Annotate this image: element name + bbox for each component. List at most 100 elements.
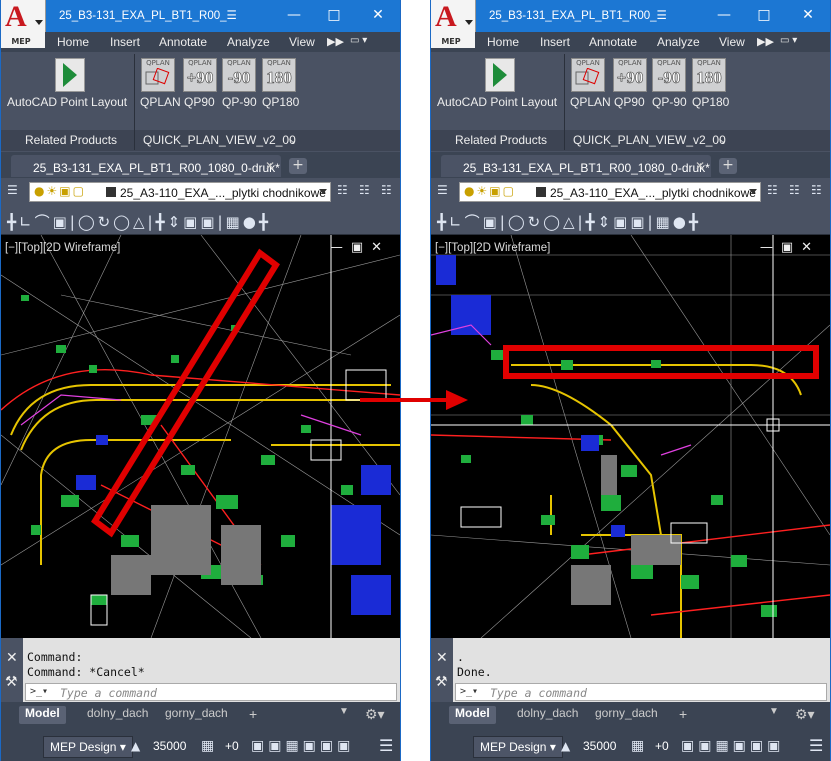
qp-90-icon[interactable]: QPLAN -90	[652, 58, 686, 92]
qplan-button-label[interactable]: QPLAN	[570, 95, 611, 109]
tab-home[interactable]: Home	[487, 35, 519, 49]
gear-icon[interactable]: ⚙▾	[795, 706, 815, 724]
ribbon-toggle-icon[interactable]: ▭ ▾	[780, 35, 797, 46]
new-tab-button[interactable]: +	[719, 158, 737, 174]
qp-90-button-label[interactable]: QP-90	[652, 95, 687, 109]
layer-previous-icon[interactable]: ☷	[359, 183, 370, 197]
point-layout-button-label[interactable]: AutoCAD Point Layout	[7, 95, 127, 109]
add-layout-button[interactable]: +	[249, 706, 257, 724]
wrench-icon[interactable]: ⚒	[435, 674, 448, 690]
chevron-down-icon[interactable]: ▼	[339, 706, 349, 724]
qp180-icon[interactable]: QPLAN 180	[262, 58, 296, 92]
status-tool-icons[interactable]: ▣▣▦▣▣▣	[681, 738, 784, 754]
document-tab[interactable]: 25_B3-131_EXA_PL_BT1_R00_1080_0-druk* ✕	[441, 155, 711, 177]
qp180-button-label[interactable]: QP180	[262, 95, 299, 109]
qp180-icon[interactable]: QPLAN 180	[692, 58, 726, 92]
qplan-icon[interactable]: QPLAN	[571, 58, 605, 92]
menu-icon[interactable]: ☰	[809, 736, 823, 755]
minimize-button[interactable]: —	[713, 6, 735, 26]
status-tool-icons[interactable]: ▣▣▦▣▣▣	[251, 738, 354, 754]
layer-dropdown[interactable]: ●☀▣▢ 25_A3-110_EXA_..._plytki chodnikowe	[459, 182, 761, 202]
annotation-scale-value[interactable]: 35000	[583, 736, 616, 756]
tab-model[interactable]: Model	[19, 706, 66, 724]
application-menu-button[interactable]: A MEP	[431, 0, 476, 48]
annotation-scale-icon[interactable]: ▲	[131, 739, 140, 753]
point-layout-icon[interactable]	[55, 58, 85, 92]
gear-icon[interactable]: ⚙▾	[365, 706, 385, 724]
viewport-controls-label[interactable]: [−][Top][2D Wireframe]	[5, 242, 120, 254]
ribbon-toggle-icon[interactable]: ▭ ▾	[350, 35, 367, 46]
menu-icon[interactable]: ☰	[379, 736, 393, 755]
close-button[interactable]: ✕	[367, 6, 389, 26]
command-prompt-icon[interactable]: >_▾	[30, 686, 48, 697]
tab-gorny-dach[interactable]: gorny_dach	[595, 706, 658, 724]
tab-insert[interactable]: Insert	[540, 35, 570, 49]
more-tabs-icon[interactable]: ▶▶	[757, 35, 774, 48]
minimize-button[interactable]: —	[283, 6, 305, 26]
qp90-button-label[interactable]: QP90	[184, 95, 215, 109]
tab-dolny-dach[interactable]: dolny_dach	[87, 706, 148, 724]
layer-dropdown[interactable]: ●☀▣▢ 25_A3-110_EXA_..._plytki chodnikowe	[29, 182, 331, 202]
annotation-scale-value[interactable]: 35000	[153, 736, 186, 756]
qp180-button-label[interactable]: QP180	[692, 95, 729, 109]
add-layout-button[interactable]: +	[679, 706, 687, 724]
layer-properties-icon[interactable]: ☰	[437, 183, 448, 197]
dialog-launcher-icon[interactable]: ↘	[288, 136, 296, 147]
isometric-icon[interactable]: ▦	[201, 738, 214, 754]
layer-properties-icon[interactable]: ☰	[7, 183, 18, 197]
document-tab[interactable]: 25_B3-131_EXA_PL_BT1_R00_1080_0-druk* ✕	[11, 155, 281, 177]
close-icon[interactable]: ✕	[436, 650, 448, 666]
isometric-icon[interactable]: ▦	[631, 738, 644, 754]
layer-match-icon[interactable]: ☷	[767, 183, 778, 197]
qplan-button-label[interactable]: QPLAN	[140, 95, 181, 109]
tab-home[interactable]: Home	[57, 35, 89, 49]
workspace-switcher[interactable]: MEP Design ▾	[43, 736, 133, 758]
viewport-controls-label[interactable]: [−][Top][2D Wireframe]	[435, 242, 550, 254]
offset-value[interactable]: +0	[655, 736, 669, 756]
command-input[interactable]: >_▾ Type a command	[455, 683, 827, 701]
tab-annotate[interactable]: Annotate	[159, 35, 207, 49]
command-input[interactable]: >_▾ Type a command	[25, 683, 397, 701]
chevron-down-icon[interactable]: ▼	[769, 706, 779, 724]
point-layout-button-label[interactable]: AutoCAD Point Layout	[437, 95, 557, 109]
tab-gorny-dach[interactable]: gorny_dach	[165, 706, 228, 724]
layer-isolate-icon[interactable]: ☷	[811, 183, 822, 197]
maximize-button[interactable]: □	[323, 6, 345, 26]
tab-insert[interactable]: Insert	[110, 35, 140, 49]
application-menu-button[interactable]: A MEP	[1, 0, 46, 48]
point-layout-icon[interactable]	[485, 58, 515, 92]
new-tab-button[interactable]: +	[289, 158, 307, 174]
close-button[interactable]: ✕	[797, 6, 819, 26]
qp90-button-label[interactable]: QP90	[614, 95, 645, 109]
workspace-switcher[interactable]: MEP Design ▾	[473, 736, 563, 758]
viewport-window-controls[interactable]: —▣✕	[330, 240, 390, 255]
close-tab-icon[interactable]: ✕	[265, 159, 275, 173]
close-tab-icon[interactable]: ✕	[695, 159, 705, 173]
maximize-button[interactable]: □	[753, 6, 775, 26]
qp90-icon[interactable]: QPLAN +90	[613, 58, 647, 92]
tab-dolny-dach[interactable]: dolny_dach	[517, 706, 578, 724]
offset-value[interactable]: +0	[225, 736, 239, 756]
tab-view[interactable]: View	[719, 35, 745, 49]
tab-model[interactable]: Model	[449, 706, 496, 724]
draw-tool-icons[interactable]: ╋∟⌒▣|◯↻◯△|╋⇕▣▣|▦●╋	[7, 211, 271, 232]
qp90-icon[interactable]: QPLAN +90	[183, 58, 217, 92]
layer-isolate-icon[interactable]: ☷	[381, 183, 392, 197]
more-tabs-icon[interactable]: ▶▶	[327, 35, 344, 48]
qplan-icon[interactable]: QPLAN	[141, 58, 175, 92]
qp-90-button-label[interactable]: QP-90	[222, 95, 257, 109]
tab-analyze[interactable]: Analyze	[657, 35, 700, 49]
drawing-viewport[interactable]: [−][Top][2D Wireframe] —▣✕	[1, 235, 400, 638]
tab-analyze[interactable]: Analyze	[227, 35, 270, 49]
annotation-scale-icon[interactable]: ▲	[561, 739, 570, 753]
qp-90-icon[interactable]: QPLAN -90	[222, 58, 256, 92]
viewport-window-controls[interactable]: —▣✕	[760, 240, 820, 255]
draw-tool-icons[interactable]: ╋∟⌒▣|◯↻◯△|╋⇕▣▣|▦●╋	[437, 211, 701, 232]
drawing-viewport[interactable]: [−][Top][2D Wireframe] —▣✕	[431, 235, 830, 638]
tab-annotate[interactable]: Annotate	[589, 35, 637, 49]
dialog-launcher-icon[interactable]: ↘	[718, 136, 726, 147]
close-icon[interactable]: ✕	[6, 650, 18, 666]
command-prompt-icon[interactable]: >_▾	[460, 686, 478, 697]
wrench-icon[interactable]: ⚒	[5, 674, 18, 690]
layer-match-icon[interactable]: ☷	[337, 183, 348, 197]
